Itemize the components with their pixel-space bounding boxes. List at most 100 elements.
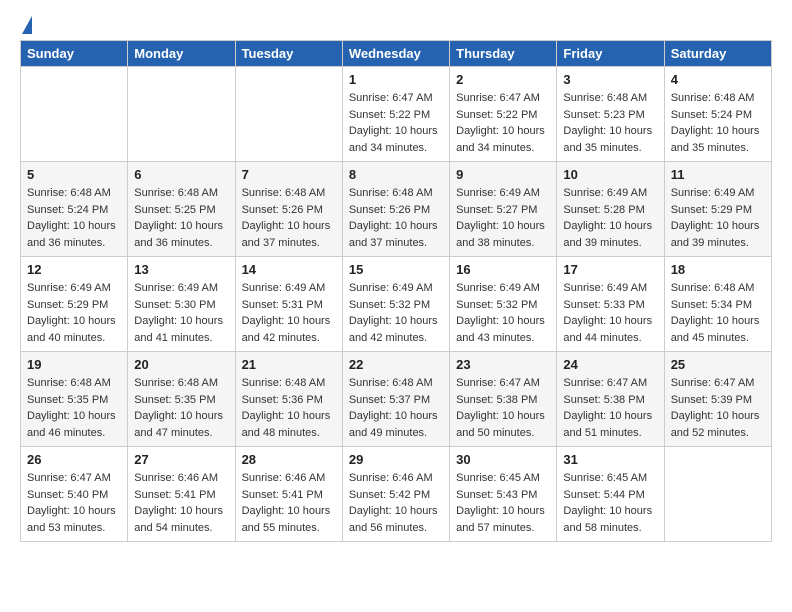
day-info: Sunrise: 6:47 AMSunset: 5:39 PMDaylight:… — [671, 375, 765, 441]
day-number: 29 — [349, 452, 443, 467]
calendar-cell: 9 Sunrise: 6:49 AMSunset: 5:27 PMDaylight… — [450, 162, 557, 257]
calendar-cell: 6 Sunrise: 6:48 AMSunset: 5:25 PMDaylight… — [128, 162, 235, 257]
day-number: 16 — [456, 262, 550, 277]
calendar-cell: 11 Sunrise: 6:49 AMSunset: 5:29 PMDayligh… — [664, 162, 771, 257]
calendar-cell: 1 Sunrise: 6:47 AMSunset: 5:22 PMDaylight… — [342, 67, 449, 162]
day-number: 1 — [349, 72, 443, 87]
day-number: 5 — [27, 167, 121, 182]
day-info: Sunrise: 6:46 AMSunset: 5:41 PMDaylight:… — [242, 470, 336, 536]
day-number: 3 — [563, 72, 657, 87]
day-number: 2 — [456, 72, 550, 87]
calendar-table: SundayMondayTuesdayWednesdayThursdayFrid… — [20, 40, 772, 542]
day-info: Sunrise: 6:48 AMSunset: 5:25 PMDaylight:… — [134, 185, 228, 251]
day-number: 10 — [563, 167, 657, 182]
day-info: Sunrise: 6:48 AMSunset: 5:26 PMDaylight:… — [242, 185, 336, 251]
calendar-cell: 31 Sunrise: 6:45 AMSunset: 5:44 PMDayligh… — [557, 447, 664, 542]
calendar-cell: 17 Sunrise: 6:49 AMSunset: 5:33 PMDayligh… — [557, 257, 664, 352]
day-info: Sunrise: 6:48 AMSunset: 5:35 PMDaylight:… — [27, 375, 121, 441]
weekday-header-thursday: Thursday — [450, 41, 557, 67]
day-number: 19 — [27, 357, 121, 372]
day-info: Sunrise: 6:49 AMSunset: 5:27 PMDaylight:… — [456, 185, 550, 251]
day-info: Sunrise: 6:47 AMSunset: 5:22 PMDaylight:… — [456, 90, 550, 156]
logo-triangle-icon — [22, 16, 32, 34]
day-info: Sunrise: 6:48 AMSunset: 5:24 PMDaylight:… — [671, 90, 765, 156]
day-number: 13 — [134, 262, 228, 277]
calendar-cell: 28 Sunrise: 6:46 AMSunset: 5:41 PMDayligh… — [235, 447, 342, 542]
day-number: 25 — [671, 357, 765, 372]
logo — [20, 20, 32, 30]
day-info: Sunrise: 6:49 AMSunset: 5:32 PMDaylight:… — [456, 280, 550, 346]
day-info: Sunrise: 6:46 AMSunset: 5:42 PMDaylight:… — [349, 470, 443, 536]
day-info: Sunrise: 6:47 AMSunset: 5:22 PMDaylight:… — [349, 90, 443, 156]
calendar-cell: 27 Sunrise: 6:46 AMSunset: 5:41 PMDayligh… — [128, 447, 235, 542]
day-info: Sunrise: 6:48 AMSunset: 5:37 PMDaylight:… — [349, 375, 443, 441]
weekday-header-monday: Monday — [128, 41, 235, 67]
calendar-cell: 10 Sunrise: 6:49 AMSunset: 5:28 PMDayligh… — [557, 162, 664, 257]
day-info: Sunrise: 6:45 AMSunset: 5:44 PMDaylight:… — [563, 470, 657, 536]
calendar-cell: 7 Sunrise: 6:48 AMSunset: 5:26 PMDaylight… — [235, 162, 342, 257]
day-number: 28 — [242, 452, 336, 467]
calendar-cell — [128, 67, 235, 162]
day-info: Sunrise: 6:45 AMSunset: 5:43 PMDaylight:… — [456, 470, 550, 536]
weekday-header-wednesday: Wednesday — [342, 41, 449, 67]
calendar-cell — [664, 447, 771, 542]
day-number: 31 — [563, 452, 657, 467]
calendar-cell: 29 Sunrise: 6:46 AMSunset: 5:42 PMDayligh… — [342, 447, 449, 542]
day-info: Sunrise: 6:49 AMSunset: 5:30 PMDaylight:… — [134, 280, 228, 346]
day-number: 21 — [242, 357, 336, 372]
calendar-cell: 13 Sunrise: 6:49 AMSunset: 5:30 PMDayligh… — [128, 257, 235, 352]
calendar-cell: 2 Sunrise: 6:47 AMSunset: 5:22 PMDaylight… — [450, 67, 557, 162]
day-number: 14 — [242, 262, 336, 277]
weekday-header-sunday: Sunday — [21, 41, 128, 67]
day-number: 11 — [671, 167, 765, 182]
calendar-cell: 14 Sunrise: 6:49 AMSunset: 5:31 PMDayligh… — [235, 257, 342, 352]
calendar-cell: 20Sunrise: 6:48 AMSunset: 5:35 PMDayligh… — [128, 352, 235, 447]
calendar-cell: 22Sunrise: 6:48 AMSunset: 5:37 PMDayligh… — [342, 352, 449, 447]
day-info: Sunrise: 6:49 AMSunset: 5:29 PMDaylight:… — [671, 185, 765, 251]
calendar-cell: 3 Sunrise: 6:48 AMSunset: 5:23 PMDaylight… — [557, 67, 664, 162]
weekday-header-saturday: Saturday — [664, 41, 771, 67]
day-info: Sunrise: 6:49 AMSunset: 5:32 PMDaylight:… — [349, 280, 443, 346]
day-info: Sunrise: 6:49 AMSunset: 5:28 PMDaylight:… — [563, 185, 657, 251]
calendar-cell: 24 Sunrise: 6:47 AMSunset: 5:38 PMDayligh… — [557, 352, 664, 447]
day-number: 27 — [134, 452, 228, 467]
day-info: Sunrise: 6:48 AMSunset: 5:24 PMDaylight:… — [27, 185, 121, 251]
calendar-cell: 25 Sunrise: 6:47 AMSunset: 5:39 PMDayligh… — [664, 352, 771, 447]
weekday-header-tuesday: Tuesday — [235, 41, 342, 67]
day-number: 4 — [671, 72, 765, 87]
calendar-cell: 18 Sunrise: 6:48 AMSunset: 5:34 PMDayligh… — [664, 257, 771, 352]
day-info: Sunrise: 6:47 AMSunset: 5:38 PMDaylight:… — [563, 375, 657, 441]
day-info: Sunrise: 6:48 AMSunset: 5:23 PMDaylight:… — [563, 90, 657, 156]
weekday-header-friday: Friday — [557, 41, 664, 67]
calendar-cell: 5 Sunrise: 6:48 AMSunset: 5:24 PMDaylight… — [21, 162, 128, 257]
day-info: Sunrise: 6:49 AMSunset: 5:29 PMDaylight:… — [27, 280, 121, 346]
day-number: 26 — [27, 452, 121, 467]
day-info: Sunrise: 6:48 AMSunset: 5:34 PMDaylight:… — [671, 280, 765, 346]
day-info: Sunrise: 6:48 AMSunset: 5:35 PMDaylight:… — [134, 375, 228, 441]
day-number: 7 — [242, 167, 336, 182]
day-info: Sunrise: 6:46 AMSunset: 5:41 PMDaylight:… — [134, 470, 228, 536]
day-number: 30 — [456, 452, 550, 467]
calendar-cell: 21Sunrise: 6:48 AMSunset: 5:36 PMDayligh… — [235, 352, 342, 447]
day-number: 9 — [456, 167, 550, 182]
calendar-cell — [235, 67, 342, 162]
calendar-cell — [21, 67, 128, 162]
day-info: Sunrise: 6:49 AMSunset: 5:31 PMDaylight:… — [242, 280, 336, 346]
day-number: 17 — [563, 262, 657, 277]
page-header — [20, 20, 772, 30]
day-number: 24 — [563, 357, 657, 372]
calendar-cell: 16 Sunrise: 6:49 AMSunset: 5:32 PMDayligh… — [450, 257, 557, 352]
calendar-cell: 8 Sunrise: 6:48 AMSunset: 5:26 PMDaylight… — [342, 162, 449, 257]
day-info: Sunrise: 6:48 AMSunset: 5:26 PMDaylight:… — [349, 185, 443, 251]
day-number: 6 — [134, 167, 228, 182]
calendar-cell: 12Sunrise: 6:49 AMSunset: 5:29 PMDayligh… — [21, 257, 128, 352]
day-info: Sunrise: 6:47 AMSunset: 5:40 PMDaylight:… — [27, 470, 121, 536]
day-number: 23 — [456, 357, 550, 372]
calendar-cell: 4 Sunrise: 6:48 AMSunset: 5:24 PMDaylight… — [664, 67, 771, 162]
day-info: Sunrise: 6:49 AMSunset: 5:33 PMDaylight:… — [563, 280, 657, 346]
day-number: 8 — [349, 167, 443, 182]
day-number: 18 — [671, 262, 765, 277]
day-info: Sunrise: 6:47 AMSunset: 5:38 PMDaylight:… — [456, 375, 550, 441]
day-number: 15 — [349, 262, 443, 277]
calendar-cell: 26 Sunrise: 6:47 AMSunset: 5:40 PMDayligh… — [21, 447, 128, 542]
